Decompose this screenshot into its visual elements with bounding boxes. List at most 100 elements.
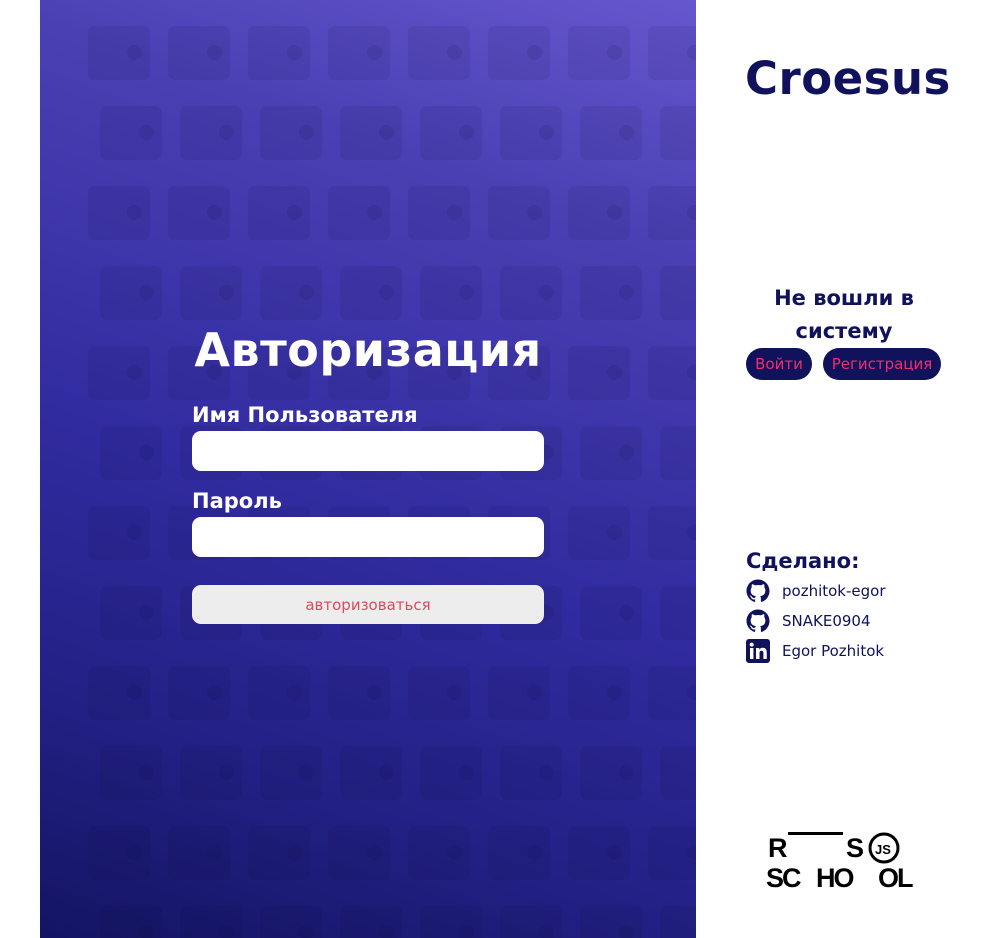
credit-label: pozhitok-egor [782,582,886,600]
auth-buttons: Войти Регистрация [746,348,941,380]
wallet-pattern-icon [420,906,482,938]
wallet-pattern-icon [180,906,242,938]
wallet-pattern-icon [500,746,562,800]
wallet-pattern-icon [248,666,310,720]
linkedin-icon [746,639,770,663]
wallet-pattern-icon [568,666,630,720]
wallet-pattern-icon [328,26,390,80]
wallet-pattern-icon [340,106,402,160]
auth-status-text: Не вошли в систему [774,286,914,343]
wallet-pattern-icon [660,426,696,480]
wallet-pattern-icon [408,26,470,80]
svg-text:R: R [768,833,788,863]
submit-button[interactable]: авторизоваться [192,585,544,624]
credits-title: Сделано: [746,549,860,573]
wallet-pattern-icon [488,826,550,880]
wallet-pattern-icon [660,746,696,800]
wallet-pattern-icon [260,106,322,160]
wallet-pattern-icon [88,666,150,720]
wallet-pattern-icon [328,826,390,880]
wallet-pattern-icon [500,906,562,938]
wallet-pattern-icon [660,266,696,320]
wallet-pattern-icon [88,26,150,80]
rs-school-logo: R S SC HO OL JS [766,832,915,890]
app-logo: Croesus [745,52,951,105]
wallet-pattern-icon [180,106,242,160]
wallet-pattern-icon [580,746,642,800]
wallet-pattern-icon [248,186,310,240]
wallet-pattern-icon [328,186,390,240]
wallet-pattern-icon [580,426,642,480]
wallet-pattern-icon [260,746,322,800]
svg-text:HO: HO [816,863,853,890]
wallet-pattern-icon [88,186,150,240]
wallet-pattern-icon [340,906,402,938]
wallet-pattern-icon [580,106,642,160]
wallet-pattern-icon [568,506,630,560]
wallet-pattern-icon [180,266,242,320]
wallet-pattern-icon [260,906,322,938]
wallet-pattern-icon [648,666,696,720]
wallet-pattern-icon [660,906,696,938]
credit-link-linkedin[interactable]: Egor Pozhitok [746,636,886,666]
wallet-pattern-icon [100,106,162,160]
wallet-pattern-icon [408,186,470,240]
wallet-pattern-icon [260,266,322,320]
github-icon [746,609,770,632]
wallet-pattern-icon [180,746,242,800]
wallet-pattern-icon [660,586,696,640]
wallet-pattern-icon [500,106,562,160]
credit-label: SNAKE0904 [782,612,871,630]
wallet-pattern-icon [100,426,162,480]
auth-panel: Авторизация Имя Пользователя Пароль авто… [40,0,696,938]
form-title: Авторизация [194,323,542,377]
wallet-pattern-icon [100,906,162,938]
wallet-pattern-icon [100,586,162,640]
wallet-pattern-icon [88,826,150,880]
wallet-pattern-icon [568,826,630,880]
wallet-pattern-icon [648,26,696,80]
password-label: Пароль [192,489,282,513]
credits-section: Сделано: pozhitok-egor SNAKE0904 Egor Po… [746,546,886,666]
wallet-pattern-icon [488,186,550,240]
svg-text:SC: SC [766,863,801,890]
svg-text:OL: OL [878,863,913,890]
wallet-pattern-icon [328,666,390,720]
wallet-pattern-icon [660,106,696,160]
credit-link-pozhitok-egor[interactable]: pozhitok-egor [746,576,886,606]
wallet-pattern-icon [580,266,642,320]
wallet-pattern-icon [648,346,696,400]
wallet-pattern-icon [168,666,230,720]
wallet-pattern-icon [340,746,402,800]
wallet-pattern-icon [408,666,470,720]
svg-text:S: S [846,833,864,863]
wallet-pattern-icon [168,826,230,880]
username-label: Имя Пользователя [192,403,418,427]
wallet-pattern-icon [488,666,550,720]
username-input[interactable] [192,431,544,471]
wallet-pattern-icon [568,26,630,80]
wallet-pattern-icon [648,506,696,560]
credit-label: Egor Pozhitok [782,642,885,660]
register-button[interactable]: Регистрация [823,348,941,380]
wallet-pattern-icon [168,26,230,80]
wallet-pattern-icon [88,506,150,560]
sidebar: Croesus Не вошли в систему Войти Регистр… [696,0,991,938]
wallet-pattern-icon [648,186,696,240]
wallet-pattern-icon [488,26,550,80]
wallet-pattern-icon [100,746,162,800]
wallet-pattern-icon [580,906,642,938]
login-button[interactable]: Войти [746,348,812,380]
wallet-pattern-icon [88,346,150,400]
wallet-pattern-icon [580,586,642,640]
credit-link-snake0904[interactable]: SNAKE0904 [746,606,886,636]
wallet-pattern-icon [340,266,402,320]
svg-text:JS: JS [875,842,891,857]
wallet-pattern-icon [648,826,696,880]
password-input[interactable] [192,517,544,557]
wallet-pattern-icon [568,186,630,240]
wallet-pattern-icon [568,346,630,400]
wallet-pattern-icon [100,266,162,320]
login-form: Авторизация Имя Пользователя Пароль авто… [192,318,544,624]
wallet-pattern-icon [408,826,470,880]
